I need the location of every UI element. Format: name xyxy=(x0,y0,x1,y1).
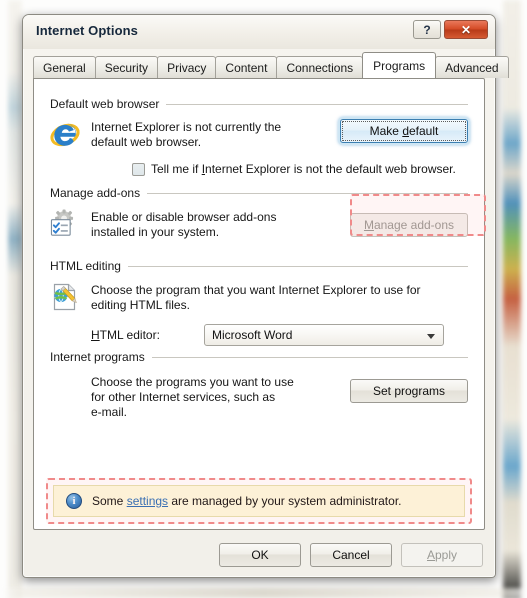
info-icon: i xyxy=(66,493,82,509)
default-browser-heading-row: Default web browser xyxy=(50,97,468,111)
internet-explorer-icon xyxy=(50,119,80,149)
tab-security[interactable]: Security xyxy=(94,56,159,78)
group-internet-programs: Internet programs Choose the programs yo… xyxy=(50,350,468,420)
html-editing-row: Choose the program that you want Interne… xyxy=(50,282,468,313)
manage-addons-accel: M xyxy=(363,218,374,232)
manage-addons-label: Manage add-ons xyxy=(364,218,454,232)
html-editor-field-row: HTML editor: Microsoft Word xyxy=(91,324,468,346)
default-browser-desc-line2: default web browser. xyxy=(91,135,202,149)
tab-general[interactable]: General xyxy=(33,56,96,78)
internet-programs-desc-line3: e-mail. xyxy=(91,405,128,419)
default-browser-heading: Default web browser xyxy=(50,97,160,111)
group-html-editing: HTML editing Choose the program that you… xyxy=(50,259,468,346)
admin-notice-text-before: Some xyxy=(92,494,127,508)
manage-addons-button-wrap: Manage add-ons xyxy=(350,213,468,237)
tab-advanced[interactable]: Advanced xyxy=(435,56,509,78)
html-editing-heading-row: HTML editing xyxy=(50,259,468,273)
internet-programs-desc-line1: Choose the programs you want to use xyxy=(91,375,294,389)
group-manage-addons: Manage add-ons Enable or disable browser… xyxy=(50,186,468,240)
chevron-down-icon[interactable] xyxy=(427,334,435,339)
admin-notice-text: Some settings are managed by your system… xyxy=(92,494,401,508)
manage-addons-label-post: anage add-ons xyxy=(373,218,455,232)
close-button[interactable]: ✕ xyxy=(444,20,488,39)
admin-notice-text-after: are managed by your system administrator… xyxy=(168,494,402,508)
help-button[interactable]: ? xyxy=(413,20,441,39)
internet-programs-description: Choose the programs you want to use for … xyxy=(91,375,294,420)
html-editing-desc-line1: Choose the program that you want Interne… xyxy=(91,283,421,297)
manage-addons-heading: Manage add-ons xyxy=(50,186,141,200)
dialog-footer: OK Cancel Apply xyxy=(23,543,483,567)
html-editing-desc-line2: editing HTML files. xyxy=(91,298,190,312)
html-editing-heading: HTML editing xyxy=(50,259,121,273)
html-editor-accel: H xyxy=(91,327,100,342)
default-browser-desc-line1: Internet Explorer is not currently the xyxy=(91,120,282,134)
tab-privacy[interactable]: Privacy xyxy=(157,56,217,78)
ok-button[interactable]: OK xyxy=(219,543,301,567)
apply-label: Apply xyxy=(427,548,457,562)
group-divider xyxy=(151,356,468,358)
html-editor-label: HTML editor: xyxy=(91,328,204,343)
manage-addons-desc-line2: installed in your system. xyxy=(91,225,220,239)
backdrop-bottom-strip xyxy=(0,588,527,598)
manage-addons-row: Enable or disable browser add-ons instal… xyxy=(50,209,468,240)
backdrop-left-strip xyxy=(8,0,22,598)
set-programs-button-wrap: Set programs xyxy=(350,379,468,403)
html-editor-selected-value: Microsoft Word xyxy=(212,328,293,342)
set-programs-button[interactable]: Set programs xyxy=(350,379,468,403)
tab-strip: General Security Privacy Content Connect… xyxy=(33,52,509,78)
internet-programs-desc-line2: for other Internet services, such as xyxy=(91,390,276,404)
programs-tab-page: Default web browser Internet Explorer is… xyxy=(33,78,486,530)
admin-notice-bar: i Some settings are managed by your syst… xyxy=(53,485,465,517)
group-divider xyxy=(147,192,468,194)
html-editor-label-post: TML editor: xyxy=(99,327,160,342)
apply-label-post: pply xyxy=(435,548,458,562)
window-controls: ? ✕ xyxy=(413,20,488,39)
default-browser-row: Internet Explorer is not currently the d… xyxy=(50,119,468,150)
html-editor-select[interactable]: Microsoft Word xyxy=(204,324,444,346)
backdrop-right-strip xyxy=(503,0,521,598)
group-divider xyxy=(166,103,468,105)
apply-button[interactable]: Apply xyxy=(401,543,483,567)
manage-addons-heading-row: Manage add-ons xyxy=(50,186,468,200)
make-default-button[interactable]: Make default xyxy=(340,119,468,143)
tell-me-checkbox-label: Tell me if Internet Explorer is not the … xyxy=(151,162,456,176)
internet-programs-row: Choose the programs you want to use for … xyxy=(50,375,468,420)
html-editing-description: Choose the program that you want Interne… xyxy=(91,283,421,313)
tell-me-label-pre: Tell me if xyxy=(151,162,202,176)
settings-link[interactable]: settings xyxy=(127,494,168,508)
html-edit-icon xyxy=(50,282,80,312)
group-default-web-browser: Default web browser Internet Explorer is… xyxy=(50,97,468,176)
make-default-button-wrap: Make default xyxy=(340,119,468,143)
internet-programs-heading: Internet programs xyxy=(50,350,145,364)
tell-me-checkbox[interactable] xyxy=(132,162,145,176)
manage-addons-button[interactable]: Manage add-ons xyxy=(350,213,468,237)
internet-programs-heading-row: Internet programs xyxy=(50,350,468,364)
default-browser-description: Internet Explorer is not currently the d… xyxy=(91,120,281,150)
tab-connections[interactable]: Connections xyxy=(276,56,364,78)
tab-content[interactable]: Content xyxy=(215,56,278,78)
addons-gear-icon xyxy=(50,209,80,237)
title-bar[interactable]: Internet Options ? ✕ xyxy=(23,15,495,49)
group-divider xyxy=(127,265,468,267)
manage-addons-desc-line1: Enable or disable browser add-ons xyxy=(91,210,277,224)
manage-addons-description: Enable or disable browser add-ons instal… xyxy=(91,210,276,240)
focus-rectangle xyxy=(342,121,466,141)
tell-me-checkbox-row[interactable]: Tell me if Internet Explorer is not the … xyxy=(132,162,468,176)
cancel-button[interactable]: Cancel xyxy=(310,543,392,567)
apply-accel: A xyxy=(426,548,435,562)
window-title: Internet Options xyxy=(36,23,138,38)
tell-me-label-post: nternet Explorer is not the default web … xyxy=(205,162,456,176)
internet-options-dialog: Internet Options ? ✕ General Security Pr… xyxy=(22,14,509,578)
tab-programs[interactable]: Programs xyxy=(362,52,437,78)
